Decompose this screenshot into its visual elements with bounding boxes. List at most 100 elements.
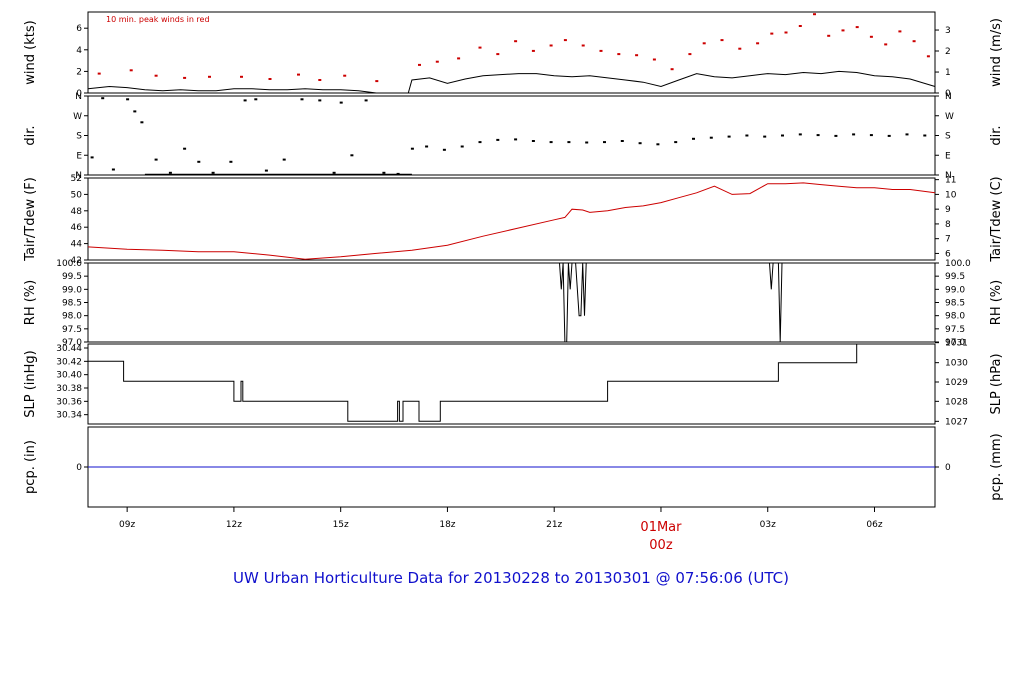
dir-data-point bbox=[350, 154, 354, 157]
dir-data-point bbox=[834, 134, 838, 137]
panel-frame bbox=[87, 177, 936, 261]
right-tick-label: 7 bbox=[945, 235, 951, 245]
wind-data-point bbox=[97, 72, 101, 75]
left-tick-label: 52 bbox=[71, 174, 82, 184]
wind-data-point bbox=[756, 42, 760, 45]
left-tick-label: 46 bbox=[71, 223, 83, 233]
panel-wind: 02460123wind (kts) wind (m/s)10 min. peak… bbox=[23, 11, 1004, 99]
wind-data-point bbox=[813, 13, 816, 16]
wind-data-point bbox=[581, 44, 585, 47]
right-tick-label: 1 bbox=[945, 68, 951, 78]
dir-data-point bbox=[318, 99, 322, 102]
left-tick-label: 100.0 bbox=[56, 259, 82, 269]
wind-data-point bbox=[457, 57, 461, 60]
wind-data-point bbox=[514, 40, 518, 43]
wind-data-point bbox=[738, 47, 742, 50]
y-axis-label-left: dir. bbox=[23, 125, 38, 145]
right-tick-label: 9 bbox=[945, 205, 951, 215]
left-tick-label: W bbox=[73, 112, 82, 122]
wind-data-point bbox=[418, 63, 421, 66]
wind-data-point bbox=[702, 42, 706, 45]
wind-data-point bbox=[617, 53, 621, 56]
x-tick-label: 03z bbox=[760, 520, 776, 530]
right-tick-label: 3 bbox=[945, 26, 951, 36]
right-tick-label: 1027 bbox=[945, 417, 968, 427]
left-tick-label: 2 bbox=[76, 67, 82, 77]
dir-data-point bbox=[869, 134, 873, 137]
y-axis-label-left: RH (%) bbox=[23, 280, 38, 325]
dir-data-point bbox=[798, 133, 802, 136]
dir-data-point bbox=[282, 158, 286, 161]
right-tick-label: N bbox=[945, 92, 952, 102]
dir-data-point bbox=[514, 138, 518, 141]
dir-data-point bbox=[745, 134, 749, 137]
dir-data-point bbox=[101, 97, 105, 100]
panel-temp: 42444648505267891011Tair/Tdew (F) Tair/Td… bbox=[23, 174, 1004, 266]
dir-data-point bbox=[460, 145, 464, 148]
y-axis-label-left: Tair/Tdew (F) bbox=[23, 177, 38, 262]
x-tick-label: 18z bbox=[439, 520, 455, 530]
left-tick-label: 98.0 bbox=[62, 312, 82, 322]
x-tick-label: 12z bbox=[226, 520, 242, 530]
right-tick-label: 2 bbox=[945, 47, 951, 57]
dir-data-point bbox=[211, 171, 215, 174]
right-tick-label: 99.0 bbox=[945, 285, 965, 295]
wind-data-point bbox=[599, 49, 603, 52]
dir-data-point bbox=[126, 98, 130, 101]
panel-annotation: 10 min. peak winds in red bbox=[106, 15, 210, 24]
wind-data-point bbox=[154, 74, 158, 77]
x-tick-label: 15z bbox=[333, 520, 349, 530]
left-tick-label: N bbox=[75, 92, 82, 102]
wind-data-point bbox=[531, 49, 535, 52]
dir-data-point bbox=[339, 101, 343, 104]
wind-data-point bbox=[827, 34, 831, 37]
wind-data-point bbox=[478, 46, 482, 49]
wind-data-point bbox=[343, 74, 347, 77]
dir-data-point bbox=[816, 134, 820, 137]
dir-data-point bbox=[254, 98, 258, 101]
left-tick-label: 30.34 bbox=[56, 411, 82, 421]
wind-data-point bbox=[784, 31, 788, 34]
wind-data-point bbox=[720, 39, 724, 42]
right-tick-label: 98.0 bbox=[945, 312, 965, 322]
wind-data-point bbox=[841, 29, 845, 32]
left-tick-label: 30.36 bbox=[56, 397, 82, 407]
y-axis-label-left: SLP (inHg) bbox=[23, 350, 38, 418]
left-tick-label: 30.42 bbox=[56, 357, 82, 367]
left-tick-label: 98.5 bbox=[62, 299, 82, 309]
dir-data-point bbox=[674, 141, 678, 144]
left-tick-label: 44 bbox=[71, 240, 83, 250]
wind-data-point bbox=[652, 58, 656, 61]
left-tick-label: 30.40 bbox=[56, 371, 82, 381]
wind-data-point bbox=[635, 54, 639, 57]
dir-data-point bbox=[585, 141, 589, 144]
dir-data-point bbox=[442, 148, 446, 151]
x-tick-label: 06z bbox=[866, 520, 882, 530]
wind-data-point bbox=[183, 76, 187, 79]
dir-data-point bbox=[364, 99, 368, 102]
dir-data-point bbox=[382, 171, 386, 174]
dir-data-point bbox=[923, 134, 927, 137]
dir-data-point bbox=[410, 147, 414, 150]
right-tick-label: 100.0 bbox=[945, 259, 971, 269]
day-label: 01Mar bbox=[640, 520, 682, 535]
y-axis-label-left: pcp. (in) bbox=[23, 440, 38, 494]
dir-data-point bbox=[154, 158, 158, 161]
dir-data-point bbox=[425, 145, 429, 148]
wind-data-point bbox=[688, 53, 692, 56]
wind-data-point bbox=[549, 44, 553, 47]
x-tick-label: 21z bbox=[546, 520, 562, 530]
wind-series-line bbox=[87, 70, 936, 94]
wind-data-point bbox=[297, 73, 300, 76]
dir-data-point bbox=[763, 135, 767, 138]
dir-data-point bbox=[332, 171, 336, 174]
temp-series-line bbox=[87, 182, 936, 260]
dir-data-point bbox=[140, 121, 144, 124]
dir-data-point bbox=[727, 135, 731, 138]
dir-data-point bbox=[531, 140, 535, 142]
left-tick-label: 99.5 bbox=[62, 272, 82, 282]
wind-data-point bbox=[375, 80, 379, 83]
wind-data-point bbox=[129, 69, 133, 72]
left-tick-label: 30.44 bbox=[56, 344, 82, 354]
dir-data-point bbox=[638, 142, 642, 145]
